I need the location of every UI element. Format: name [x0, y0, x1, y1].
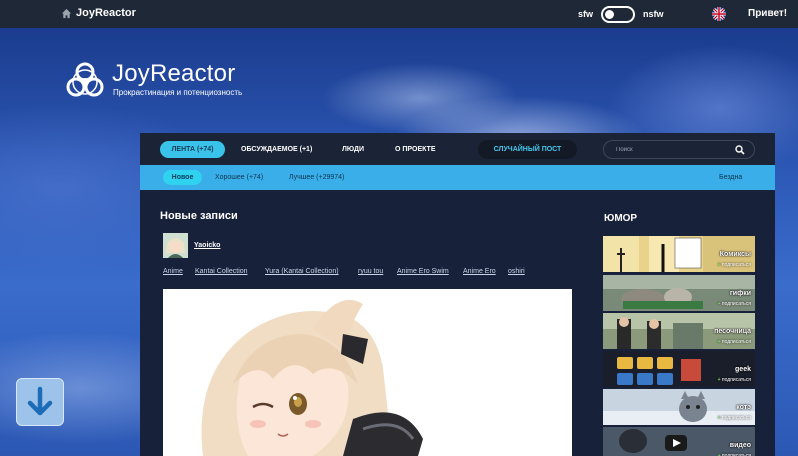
logo-subtitle: Прокрастинация и потенциозность [113, 88, 243, 97]
random-post-button[interactable]: СЛУЧАЙНЫЙ ПОСТ [478, 140, 577, 159]
subscribe-label: подписаться [721, 339, 751, 345]
sidebar-category-geek[interactable]: geek + подписаться [603, 351, 755, 387]
sfw-label: sfw [578, 9, 594, 19]
sidebar-category-cats[interactable]: котэ + подписаться [603, 389, 755, 425]
subscribe-label: подписаться [721, 262, 751, 268]
sidebar-category-sandbox[interactable]: песочница + подписаться [603, 313, 755, 349]
tag-link[interactable]: Yura (Kantai Collection) [265, 268, 339, 275]
site-name-link[interactable]: JoyReactor [76, 7, 136, 19]
greeting-link[interactable]: Привет! [748, 8, 787, 19]
toggle-knob [605, 10, 614, 19]
subscribe-link[interactable]: + подписаться [718, 377, 751, 383]
subnav-new-tab[interactable]: Новое [163, 170, 202, 185]
sidebar-category-gifs[interactable]: гифки + подписаться [603, 275, 755, 311]
home-icon[interactable] [61, 8, 72, 19]
tag-link[interactable]: Anime [163, 268, 183, 275]
subscribe-label: подписаться [721, 301, 751, 307]
subscribe-link[interactable]: + подписаться [718, 262, 751, 268]
author-link[interactable]: Yaoicko [194, 242, 220, 249]
subscribe-link[interactable]: + подписаться [718, 415, 751, 421]
category-name: geek [735, 366, 751, 373]
uk-flag-icon[interactable] [712, 7, 726, 21]
sfw-toggle[interactable] [601, 6, 635, 23]
subscribe-link[interactable]: + подписаться [718, 301, 751, 307]
arrow-down-icon [27, 386, 53, 416]
subnav-abyss-tab[interactable]: Бездна [719, 174, 742, 181]
subnav-best-tab[interactable]: Лучшее (+29974) [289, 174, 344, 181]
search-input[interactable] [616, 144, 726, 156]
nav-about-tab[interactable]: О ПРОЕКТЕ [395, 146, 436, 153]
logo-title[interactable]: JoyReactor [112, 60, 235, 88]
subscribe-link[interactable]: + подписаться [718, 339, 751, 345]
scroll-down-button[interactable] [16, 378, 64, 426]
sidebar-category-comics[interactable]: Комиксы + подписаться [603, 236, 755, 272]
tag-link[interactable]: ryuu tou [358, 268, 383, 275]
subscribe-label: подписаться [721, 377, 751, 383]
search-icon[interactable] [735, 145, 745, 155]
tag-link[interactable]: Kantai Collection [195, 268, 248, 275]
subnav-good-tab[interactable]: Хорошее (+74) [215, 174, 263, 181]
tag-link[interactable]: oshiri [508, 268, 525, 275]
avatar[interactable] [163, 233, 188, 258]
category-name: котэ [736, 404, 751, 411]
category-name: видео [729, 442, 751, 449]
random-post-label: СЛУЧАЙНЫЙ ПОСТ [493, 146, 562, 153]
sidebar-category-video[interactable]: видео + подписаться [603, 427, 755, 456]
subnav-new-label: Новое [171, 174, 194, 181]
section-title: Новые записи [160, 210, 238, 222]
top-bar: JoyReactor sfw nsfw Привет! [0, 0, 798, 28]
search-box [603, 140, 755, 159]
category-name: Комиксы [719, 251, 751, 258]
post-image[interactable] [163, 289, 572, 456]
biohazard-logo-icon[interactable] [62, 58, 108, 104]
nav-feed-label: ЛЕНТА (+74) [171, 146, 214, 153]
category-name: песочница [714, 328, 751, 335]
subscribe-label: подписаться [721, 415, 751, 421]
nav-people-tab[interactable]: ЛЮДИ [342, 146, 364, 153]
tag-link[interactable]: Anime Ero [463, 268, 496, 275]
nav-feed-tab[interactable]: ЛЕНТА (+74) [160, 141, 225, 158]
category-name: гифки [729, 290, 751, 297]
nsfw-label: nsfw [643, 9, 664, 19]
nav-discussed-tab[interactable]: ОБСУЖДАЕМОЕ (+1) [241, 146, 312, 153]
tag-link[interactable]: Anime Ero Swim [397, 268, 449, 275]
sidebar-title: ЮМОР [604, 213, 638, 224]
